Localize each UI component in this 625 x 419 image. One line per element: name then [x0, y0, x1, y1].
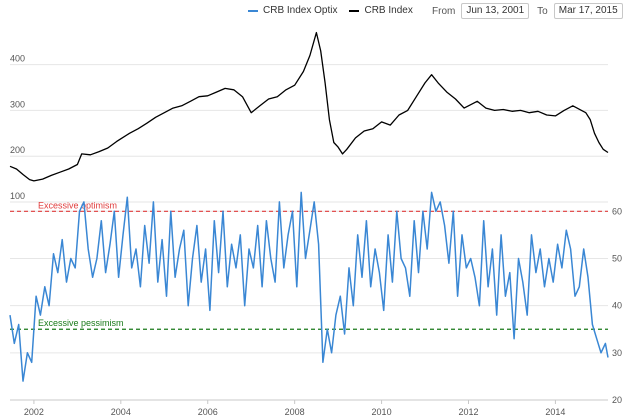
y-tick-label-bottom: 60 — [612, 206, 622, 216]
x-tick-label: 2012 — [458, 407, 478, 417]
y-tick-label-top: 400 — [10, 54, 25, 64]
x-tick-label: 2004 — [111, 407, 131, 417]
y-tick-label-bottom: 30 — [612, 348, 622, 358]
x-tick-label: 2006 — [198, 407, 218, 417]
y-tick-label-top: 300 — [10, 99, 25, 109]
x-tick-label: 2002 — [24, 407, 44, 417]
y-tick-label-bottom: 50 — [612, 253, 622, 263]
chart-canvas: 100 200 300 400 20 30 40 50 60 2002 2004 2006 2008 20… — [9, 31, 622, 417]
y-tick-label-bottom: 20 — [612, 395, 622, 405]
y-tick-label-top: 100 — [10, 191, 25, 201]
y-tick-label-top: 200 — [10, 145, 25, 155]
y-tick-label-bottom: 40 — [612, 301, 622, 311]
x-tick-label: 2014 — [545, 407, 565, 417]
series-line-crb-index — [9, 31, 609, 182]
threshold-label: Excessive pessimism — [38, 318, 124, 328]
x-tick-label: 2010 — [372, 407, 392, 417]
x-tick-label: 2008 — [285, 407, 305, 417]
threshold-label: Excessive optimism — [38, 200, 117, 210]
